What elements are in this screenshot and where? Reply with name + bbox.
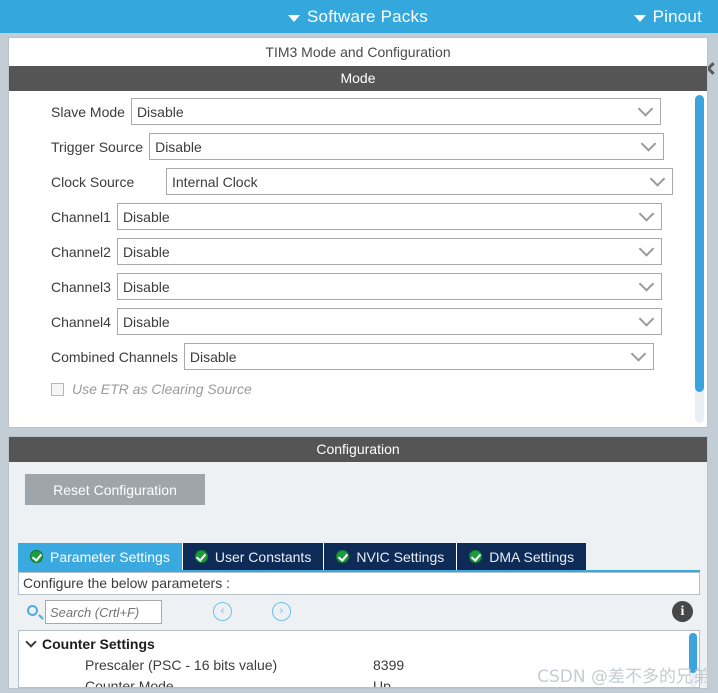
field-slave-mode: Slave Mode Disable (51, 98, 661, 125)
configuration-band: Configuration (9, 437, 707, 462)
dropdown-trigger-source[interactable]: Disable (149, 133, 665, 160)
info-icon[interactable]: i (672, 601, 693, 622)
search-input[interactable] (46, 601, 161, 623)
chevron-down-icon (288, 14, 300, 22)
nav-label-pinout: Pinout (652, 6, 702, 26)
checkbox-label: Use ETR as Clearing Source (72, 381, 252, 397)
dropdown-channel1[interactable]: Disable (116, 203, 662, 230)
field-channel4: Channel4 Disable (51, 308, 662, 335)
label-channel1: Channel1 (51, 208, 111, 225)
nav-label-software-packs: Software Packs (307, 6, 428, 26)
check-circle-icon (336, 550, 350, 563)
label-slave-mode: Slave Mode (51, 103, 125, 120)
nav-item-software-packs[interactable]: Software Packs (288, 7, 428, 27)
search-input-wrapper[interactable] (45, 600, 162, 624)
tab-user-constants[interactable]: User Constants (182, 543, 325, 570)
field-channel1: Channel1 Disable (51, 203, 662, 230)
label-channel3: Channel3 (51, 278, 111, 295)
field-channel2: Channel2 Disable (51, 238, 662, 265)
chevron-down-icon (638, 205, 655, 222)
dropdown-clock-source[interactable]: Internal Clock (166, 168, 673, 195)
dropdown-value-channel4: Disable (122, 313, 170, 330)
mode-scrollbar-track[interactable] (695, 95, 704, 423)
dropdown-value-combined-channels: Disable (189, 348, 237, 365)
dropdown-channel4[interactable]: Disable (116, 308, 662, 335)
chevron-down-icon (633, 14, 646, 22)
configuration-panel: Configuration Reset Configuration Parame… (8, 436, 708, 689)
mode-section-band: Mode (9, 66, 707, 91)
configuration-body: Reset Configuration Parameter Settings U… (9, 462, 707, 688)
field-clock-source: Clock Source Internal Clock (51, 168, 673, 195)
chevron-down-icon (638, 240, 655, 257)
parameter-name-counter-mode: Counter Mode (85, 677, 174, 688)
stm32cubemx-window: Software Packs Pinout TIM3 Mode and Conf… (0, 0, 718, 693)
dropdown-value-channel2: Disable (122, 243, 170, 260)
dropdown-value-channel1: Disable (122, 208, 170, 225)
field-channel3: Channel3 Disable (51, 273, 662, 300)
chevron-down-icon (649, 170, 666, 187)
watermark: CSDN @差不多的兄弟 (537, 667, 710, 687)
dropdown-value-trigger-source: Disable (155, 138, 202, 155)
search-toolbar: ‹ › i (18, 600, 700, 628)
checkbox-box-icon (51, 382, 64, 396)
dropdown-channel2[interactable]: Disable (116, 238, 662, 265)
reset-configuration-button[interactable]: Reset Configuration (25, 474, 205, 505)
tab-parameter-settings[interactable]: Parameter Settings (18, 543, 183, 570)
tree-group-label: Counter Settings (42, 635, 155, 652)
dropdown-value-channel3: Disable (122, 278, 170, 295)
tab-label-user-constants: User Constants (214, 548, 312, 565)
dropdown-value-slave-mode: Disable (136, 103, 184, 120)
tab-dma-settings[interactable]: DMA Settings (457, 543, 587, 570)
tab-nvic-settings[interactable]: NVIC Settings (324, 543, 458, 570)
mode-panel: TIM3 Mode and Configuration Mode Slave M… (8, 37, 708, 428)
tab-label-parameter-settings: Parameter Settings (50, 548, 170, 565)
field-combined-channels: Combined Channels Disable (51, 343, 654, 370)
configure-hint-text: Configure the below parameters : (18, 572, 700, 595)
panel-title: TIM3 Mode and Configuration (9, 38, 707, 66)
chevron-down-icon (638, 310, 655, 327)
check-circle-icon (194, 550, 208, 563)
tree-group-counter-settings[interactable]: Counter Settings (19, 633, 699, 654)
field-trigger-source: Trigger Source Disable (51, 133, 665, 160)
parameter-value-counter-mode[interactable]: Up (373, 678, 391, 688)
dropdown-slave-mode[interactable]: Disable (130, 98, 661, 125)
check-circle-icon (30, 550, 43, 563)
label-combined-channels: Combined Channels (51, 348, 178, 365)
search-prev-button[interactable]: ‹ (213, 602, 232, 621)
mode-fields-area: Slave Mode Disable Trigger Source Disabl… (9, 91, 707, 427)
parameter-value-prescaler[interactable]: 8399 (373, 657, 404, 673)
dropdown-channel3[interactable]: Disable (116, 273, 662, 300)
label-channel4: Channel4 (51, 313, 111, 330)
tab-label-dma-settings: DMA Settings (489, 548, 575, 565)
mode-scrollbar-thumb[interactable] (695, 95, 704, 392)
label-trigger-source: Trigger Source (51, 138, 144, 155)
parameter-name-prescaler: Prescaler (PSC - 16 bits value) (85, 656, 278, 673)
label-channel2: Channel2 (51, 243, 111, 260)
chevron-down-icon (637, 100, 654, 117)
chevron-down-icon (630, 345, 647, 362)
configuration-tabs: Parameter Settings User Constants NVIC S… (18, 543, 587, 570)
search-icon (27, 605, 38, 616)
chevron-down-icon (25, 635, 37, 648)
dropdown-combined-channels[interactable]: Disable (183, 343, 654, 370)
chevron-down-icon (638, 275, 655, 292)
tab-label-nvic-settings: NVIC Settings (356, 548, 445, 565)
top-navigation-bar: Software Packs Pinout (0, 0, 718, 33)
chevron-down-icon (640, 135, 657, 152)
label-clock-source: Clock Source (51, 173, 135, 190)
search-next-button[interactable]: › (272, 602, 291, 621)
checkbox-use-etr-as-clearing-source[interactable]: Use ETR as Clearing Source (51, 381, 252, 397)
check-circle-icon (469, 550, 483, 563)
dropdown-value-clock-source: Internal Clock (172, 173, 258, 190)
nav-item-pinout[interactable]: Pinout (633, 6, 702, 27)
